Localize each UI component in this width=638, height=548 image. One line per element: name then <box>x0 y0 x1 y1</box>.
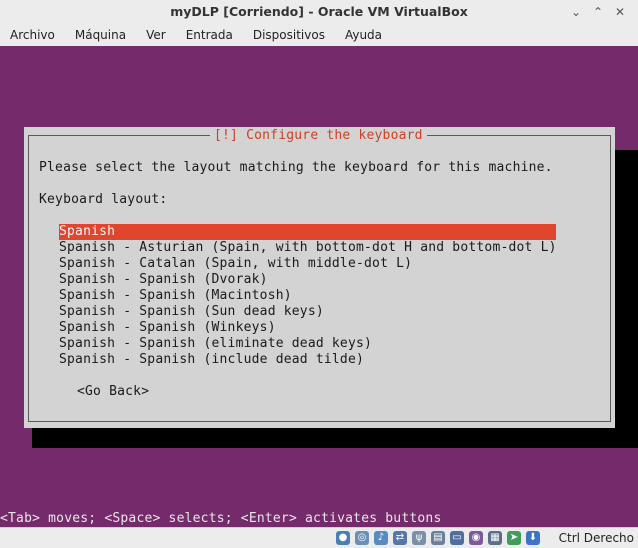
list-label: Keyboard layout: <box>39 192 168 207</box>
cpu-icon[interactable]: ▦ <box>488 531 502 545</box>
menu-archivo[interactable]: Archivo <box>0 24 65 46</box>
layout-option[interactable]: Spanish - Spanish (Dvorak) <box>59 272 556 288</box>
layout-option-selected[interactable]: Spanish <box>59 224 556 240</box>
restore-button[interactable]: ⌃ <box>588 2 608 22</box>
mouse-integration-icon[interactable]: ➤ <box>507 531 521 545</box>
audio-icon[interactable]: ♪ <box>374 531 388 545</box>
layout-option[interactable]: Spanish - Spanish (Sun dead keys) <box>59 304 556 320</box>
menu-ver[interactable]: Ver <box>136 24 176 46</box>
host-key-label: Ctrl Derecho <box>558 531 634 545</box>
usb-icon[interactable]: ψ <box>412 531 426 545</box>
dialog-frame: [!] Configure the keyboard Please select… <box>28 128 611 422</box>
layout-option[interactable]: Spanish - Spanish (Winkeys) <box>59 320 556 336</box>
optical-drive-icon[interactable]: ◎ <box>355 531 369 545</box>
keyboard-hint: <Tab> moves; <Space> selects; <Enter> ac… <box>0 511 442 526</box>
window-title: myDLP [Corriendo] - Oracle VM VirtualBox <box>170 4 468 19</box>
layout-option[interactable]: Spanish - Spanish (include dead tilde) <box>59 352 556 368</box>
window-titlebar: myDLP [Corriendo] - Oracle VM VirtualBox… <box>0 0 638 24</box>
status-bar: ● ◎ ♪ ⇄ ψ ▤ ▭ ◉ ▦ ➤ ⬇ Ctrl Derecho <box>0 527 638 548</box>
layout-option[interactable]: Spanish - Catalan (Spain, with middle-do… <box>59 256 556 272</box>
go-back-button[interactable]: <Go Back> <box>77 384 149 400</box>
vm-screen[interactable]: [!] Configure the keyboard Please select… <box>0 46 638 527</box>
menu-maquina[interactable]: Máquina <box>65 24 136 46</box>
hard-disk-icon[interactable]: ● <box>336 531 350 545</box>
keyboard-capture-icon[interactable]: ⬇ <box>526 531 540 545</box>
video-capture-icon[interactable]: ◉ <box>469 531 483 545</box>
shared-folders-icon[interactable]: ▤ <box>431 531 445 545</box>
menu-ayuda[interactable]: Ayuda <box>335 24 392 46</box>
menu-entrada[interactable]: Entrada <box>176 24 243 46</box>
menu-bar: Archivo Máquina Ver Entrada Dispositivos… <box>0 24 638 47</box>
keyboard-config-dialog: [!] Configure the keyboard Please select… <box>24 127 615 428</box>
network-icon[interactable]: ⇄ <box>393 531 407 545</box>
menu-dispositivos[interactable]: Dispositivos <box>243 24 335 46</box>
layout-option[interactable]: Spanish - Spanish (eliminate dead keys) <box>59 336 556 352</box>
close-button[interactable]: ✕ <box>610 2 630 22</box>
display-icon[interactable]: ▭ <box>450 531 464 545</box>
layout-option[interactable]: Spanish - Spanish (Macintosh) <box>59 288 556 304</box>
minimize-button[interactable]: ⌄ <box>566 2 586 22</box>
dialog-title: [!] Configure the keyboard <box>210 128 427 144</box>
prompt-text: Please select the layout matching the ke… <box>39 160 553 175</box>
layout-option[interactable]: Spanish - Asturian (Spain, with bottom-d… <box>59 240 556 256</box>
